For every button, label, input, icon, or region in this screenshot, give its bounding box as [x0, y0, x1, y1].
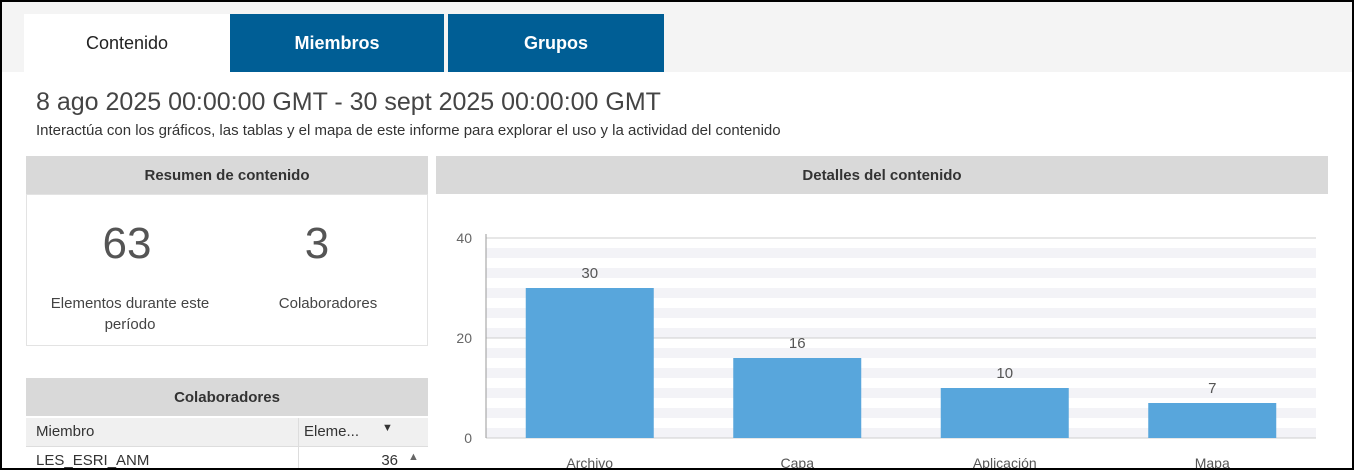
contributors-header: Colaboradores	[26, 378, 428, 416]
bar-mapa[interactable]	[1148, 403, 1277, 438]
tab-miembros[interactable]: Miembros	[230, 14, 444, 72]
tab-grupos[interactable]: Grupos	[448, 14, 664, 72]
y-tick-label: 40	[456, 230, 472, 246]
summary-panel: 63 Elementos durante este período 3 Cola…	[26, 194, 428, 346]
col-divider	[298, 418, 299, 446]
col-member[interactable]: Miembro	[36, 423, 94, 440]
y-tick-label: 20	[456, 330, 472, 346]
data-label: 10	[996, 365, 1013, 382]
sort-desc-icon[interactable]: ▼	[382, 422, 393, 434]
contributors-count[interactable]: 3	[247, 219, 387, 269]
summary-header: Resumen de contenido	[26, 156, 428, 194]
bar-capa[interactable]	[733, 358, 862, 438]
data-label: 16	[789, 335, 806, 352]
member-items: 36	[381, 452, 398, 469]
x-tick-label: Aplicación	[973, 455, 1037, 470]
content-area: 8 ago 2025 00:00:00 GMT - 30 sept 2025 0…	[24, 72, 1340, 470]
table-row[interactable]: LES_ESRI_ANM 36 ▲	[26, 447, 428, 469]
data-label: 7	[1208, 380, 1216, 397]
contributors-table: Miembro Eleme... ▼ LES_ESRI_ANM 36 ▲	[26, 418, 428, 469]
table-header-row: Miembro Eleme... ▼	[26, 418, 428, 447]
x-tick-label: Mapa	[1195, 455, 1230, 470]
details-header: Detalles del contenido	[436, 156, 1328, 194]
report-subtitle: Interactúa con los gráficos, las tablas …	[36, 122, 781, 139]
date-range: 8 ago 2025 00:00:00 GMT - 30 sept 2025 0…	[36, 88, 661, 116]
report-frame: Contenido Miembros Grupos 8 ago 2025 00:…	[0, 0, 1354, 470]
bar-chart: 0 20 40 30 Archivo 16 Capa 10 Aplicación 7 Mapa	[456, 230, 1316, 470]
col-divider	[298, 447, 299, 468]
items-label: Elementos durante este período	[50, 295, 210, 333]
y-tick-label: 0	[464, 430, 472, 446]
items-count[interactable]: 63	[67, 219, 187, 269]
bar-archivo[interactable]	[525, 288, 654, 438]
bar-aplicación[interactable]	[940, 388, 1069, 438]
x-tick-label: Archivo	[566, 455, 613, 470]
data-label: 30	[581, 265, 598, 282]
contributors-label: Colaboradores	[278, 295, 378, 312]
details-chart: 0 20 40 30 Archivo 16 Capa 10 Aplicación 7 Mapa	[436, 194, 1328, 470]
grid-band	[486, 268, 1316, 278]
x-tick-label: Capa	[781, 455, 815, 470]
member-name: LES_ESRI_ANM	[36, 452, 150, 469]
grid-band	[486, 248, 1316, 258]
tab-bar: Contenido Miembros Grupos	[2, 2, 1352, 72]
scroll-up-icon[interactable]: ▲	[408, 451, 419, 463]
tab-contenido[interactable]: Contenido	[24, 14, 230, 72]
col-items[interactable]: Eleme...	[304, 423, 359, 440]
